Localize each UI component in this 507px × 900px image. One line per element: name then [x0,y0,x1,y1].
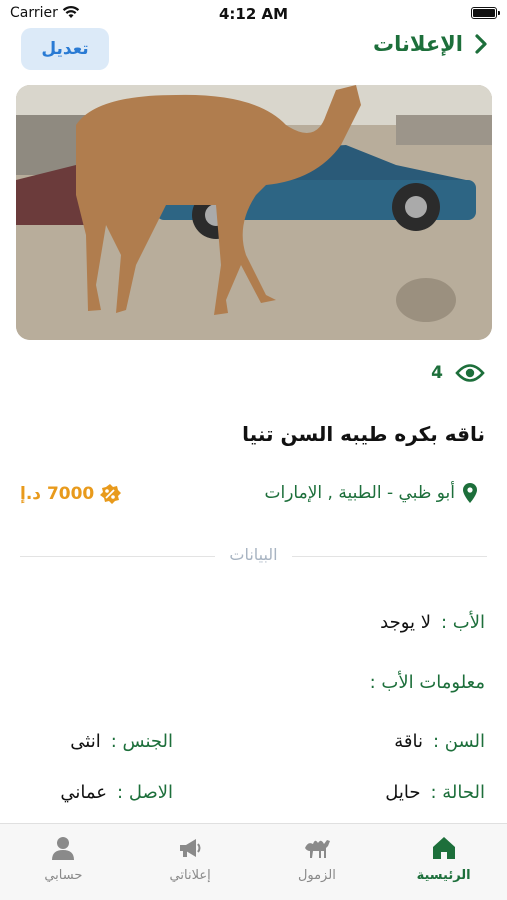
nav-header: الإعلانات تعديل [0,28,507,72]
camel-photo-image [16,85,492,340]
origin-label: الاصل : [117,782,173,803]
chevron-back-icon [475,34,487,54]
section-title: البيانات [0,545,507,564]
home-icon [432,837,455,859]
discount-tag-icon [100,484,122,504]
field-father: الأب : لا يوجد [380,612,485,633]
camel-icon [304,840,330,858]
ad-title: ناقه بكره طيبه السن تنيا [242,422,485,446]
father-info-label: معلومات الأب : [369,672,485,693]
tab-my-ads[interactable]: إعلاناتي [127,824,254,900]
ad-price: 7000 د.إ [20,483,122,505]
location-text: أبو ظبي - الطبية , الإمارات [264,483,456,503]
condition-label: الحالة : [430,782,485,803]
price-text: 7000 د.إ [20,484,95,504]
father-label: الأب : [441,612,485,633]
field-condition: الحالة : حايل [385,782,485,803]
field-origin: الاصل : عماني [60,782,173,803]
megaphone-icon [180,839,201,857]
views-count: 4 [431,363,443,383]
location-pin-icon [463,483,477,503]
person-icon [52,837,75,860]
father-value: لا يوجد [380,612,431,633]
edit-button[interactable]: تعديل [21,28,109,70]
tab-home[interactable]: الرئيسية [380,824,507,900]
tab-account[interactable]: حسابي [0,824,127,900]
gender-value: انثى [70,731,101,752]
tab-account-label: حسابي [44,868,83,883]
status-time: 4:12 AM [218,5,289,23]
tab-camels[interactable]: الزمول [254,824,381,900]
tab-camels-label: الزمول [297,868,336,883]
eye-icon [455,364,485,382]
section-title-text: البيانات [215,545,292,564]
field-father-info: معلومات الأب : [370,672,485,693]
battery-icon [471,7,500,19]
views-counter: 4 [431,362,485,384]
ad-location: أبو ظبي - الطبية , الإمارات [264,483,477,503]
tab-home-label: الرئيسية [416,868,471,883]
age-value: ناقة [394,731,423,752]
tab-bar: الرئيسية الزمول إعلاناتي حسابي [0,823,507,900]
status-bar: Carrier 4:12 AM [0,0,507,30]
field-age: السن : ناقة [394,731,485,752]
gender-label: الجنس : [110,731,173,752]
condition-value: حايل [385,782,421,803]
origin-value: عماني [60,782,108,803]
field-gender: الجنس : انثى [70,731,173,752]
back-button[interactable]: الإعلانات [373,32,489,56]
tab-my-ads-label: إعلاناتي [169,868,211,883]
ad-photo[interactable] [16,85,492,340]
back-button-label: الإعلانات [373,32,463,56]
age-label: السن : [432,731,485,752]
